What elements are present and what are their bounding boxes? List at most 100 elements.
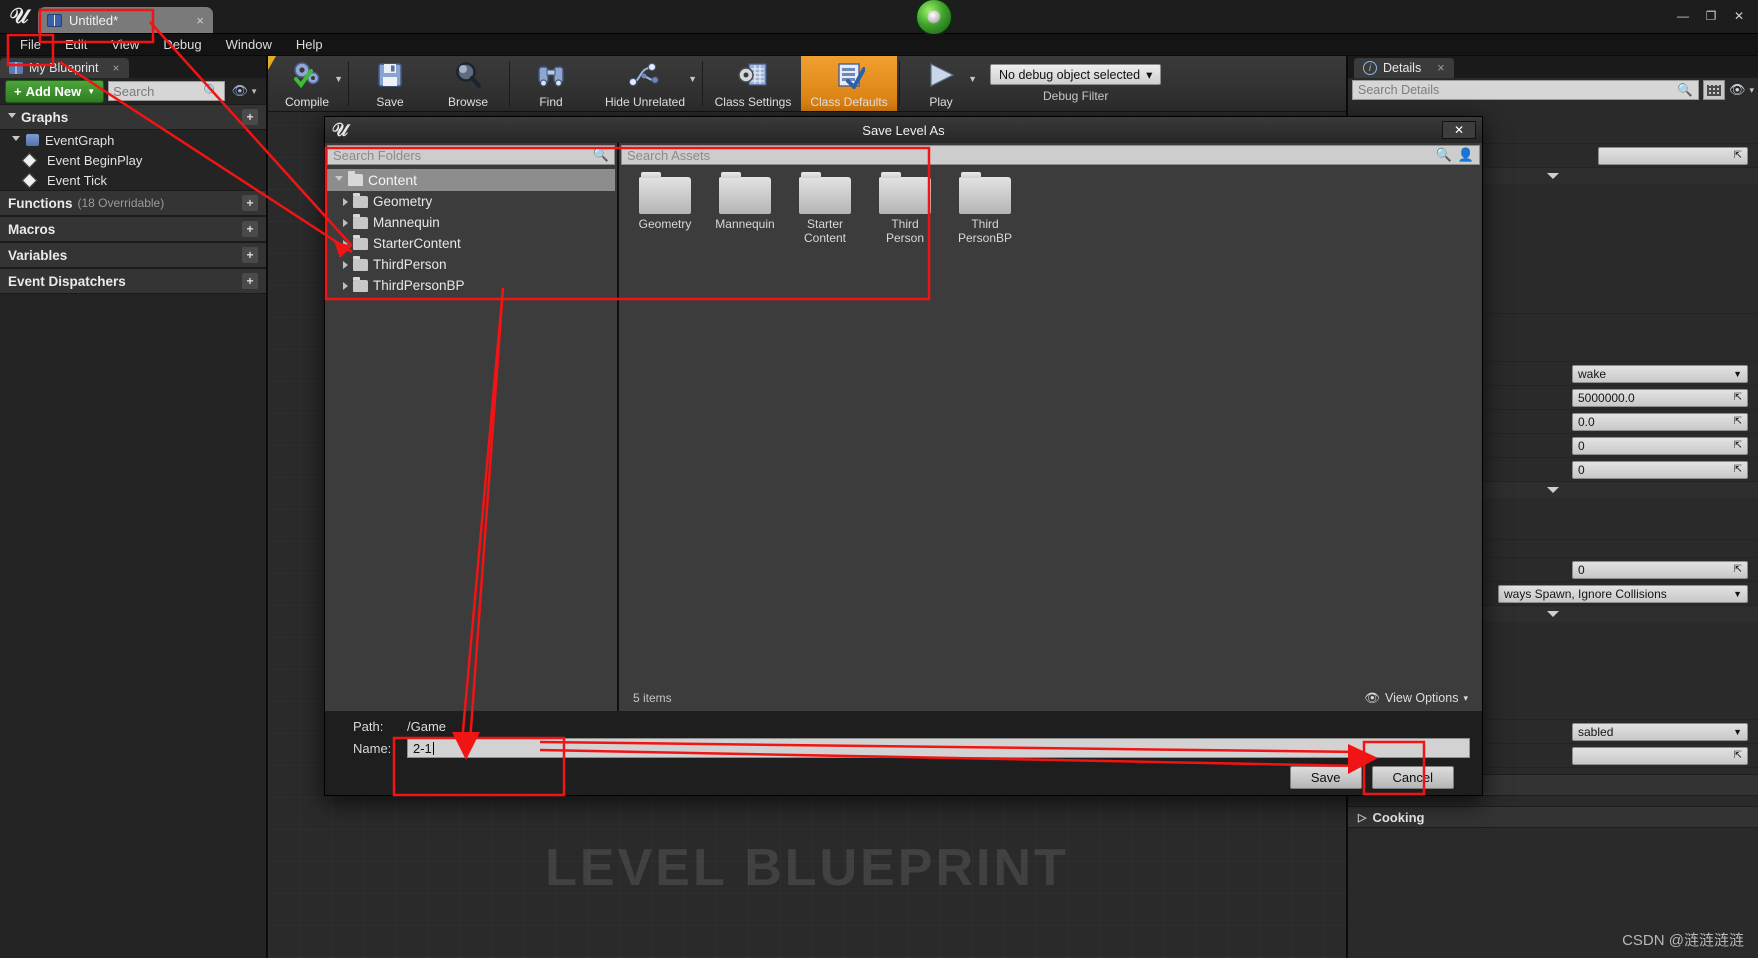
section-functions[interactable]: Functions (18 Overridable) + bbox=[0, 190, 266, 216]
chevron-right-icon[interactable] bbox=[343, 218, 348, 227]
add-graph-button[interactable]: + bbox=[242, 109, 258, 125]
tree-node-content[interactable]: Content bbox=[327, 169, 615, 191]
folder-icon bbox=[719, 172, 771, 214]
chevron-down-icon[interactable] bbox=[335, 175, 343, 185]
menu-edit[interactable]: Edit bbox=[53, 35, 99, 54]
spinner-icon[interactable]: ⇱ bbox=[1734, 564, 1742, 575]
add-macro-button[interactable]: + bbox=[242, 221, 258, 237]
maximize-button[interactable]: ❐ bbox=[1698, 5, 1724, 27]
details-search-row: Search Details 🔍 👁 ▾ bbox=[1348, 78, 1758, 102]
property-number-field[interactable]: 5000000.0 ⇱ bbox=[1572, 388, 1748, 407]
details-search-input[interactable]: Search Details 🔍 bbox=[1352, 80, 1699, 100]
eye-icon[interactable]: 👁 bbox=[1729, 82, 1746, 98]
spinner-icon[interactable]: ⇱ bbox=[1734, 440, 1742, 451]
visibility-filter-button[interactable]: 👁 ▼ bbox=[229, 83, 261, 99]
debug-object-select[interactable]: No debug object selected ▾ bbox=[990, 64, 1162, 85]
chevron-right-icon[interactable] bbox=[343, 197, 348, 206]
level-name-input[interactable]: 2-1 bbox=[407, 738, 1470, 758]
spinner-icon[interactable]: ⇱ bbox=[1734, 750, 1742, 761]
toolbar-browse-button[interactable]: Browse bbox=[429, 56, 507, 111]
property-number-field[interactable]: 0.0 ⇱ bbox=[1572, 412, 1748, 431]
add-variable-button[interactable]: + bbox=[242, 247, 258, 263]
asset-item-starter-content-label: Starter Content bbox=[803, 217, 847, 245]
property-value-field[interactable]: ⇱ bbox=[1598, 146, 1748, 165]
property-number-field[interactable]: 0 ⇱ bbox=[1572, 436, 1748, 455]
list-item-event-tick[interactable]: Event Tick bbox=[0, 170, 266, 190]
modified-marker-icon bbox=[268, 56, 276, 70]
property-select-field[interactable]: wake ▼ bbox=[1572, 364, 1748, 383]
toolbar-hide-unrelated-button[interactable]: Hide Unrelated ▼ bbox=[590, 56, 700, 111]
tree-node-thirdpersonbp[interactable]: ThirdPersonBP bbox=[325, 275, 617, 296]
menu-window[interactable]: Window bbox=[214, 35, 284, 54]
menu-debug[interactable]: Debug bbox=[151, 35, 213, 54]
user-filter-icon[interactable]: 👤 bbox=[1458, 147, 1474, 163]
list-item-eventgraph[interactable]: EventGraph bbox=[0, 130, 266, 150]
close-icon[interactable]: × bbox=[196, 13, 204, 28]
property-number-field[interactable]: 0 ⇱ bbox=[1572, 560, 1748, 579]
close-icon[interactable]: × bbox=[1437, 61, 1444, 75]
chevron-down-icon[interactable]: ▼ bbox=[968, 74, 977, 84]
section-graphs[interactable]: Graphs + bbox=[0, 104, 266, 130]
chevron-right-icon[interactable] bbox=[343, 281, 348, 290]
chevron-right-icon[interactable] bbox=[343, 260, 348, 269]
save-level-as-dialog[interactable]: 𝒰 Save Level As ✕ Search Folders 🔍 Conte… bbox=[324, 116, 1483, 796]
folder-search-input[interactable]: Search Folders 🔍 bbox=[327, 145, 615, 165]
chevron-right-icon[interactable] bbox=[343, 239, 348, 248]
chevron-down-icon[interactable]: ▼ bbox=[334, 74, 343, 84]
toolbar-save-label: Save bbox=[376, 95, 404, 109]
add-event-dispatcher-button[interactable]: + bbox=[242, 273, 258, 289]
toolbar-class-defaults-button[interactable]: Class Defaults bbox=[801, 56, 897, 111]
folder-tree[interactable]: Content Geometry Mannequin StarterConten… bbox=[325, 167, 617, 711]
chevron-down-icon[interactable]: ▼ bbox=[688, 74, 697, 84]
toolbar-compile-button[interactable]: Compile ▼ bbox=[268, 56, 346, 111]
cancel-button[interactable]: Cancel bbox=[1371, 766, 1454, 789]
tab-details[interactable]: i Details × bbox=[1354, 58, 1454, 78]
property-number-field[interactable]: ⇱ bbox=[1572, 746, 1748, 765]
dialog-close-button[interactable]: ✕ bbox=[1442, 121, 1476, 139]
tab-my-blueprint[interactable]: My Blueprint × bbox=[0, 58, 129, 78]
spinner-icon[interactable]: ⇱ bbox=[1734, 150, 1742, 161]
toolbar-browse-label: Browse bbox=[447, 95, 488, 109]
asset-item-starter-content[interactable]: Starter Content bbox=[793, 172, 857, 246]
minimize-button[interactable]: — bbox=[1670, 5, 1696, 27]
property-number-field[interactable]: 0 ⇱ bbox=[1572, 460, 1748, 479]
close-icon[interactable]: × bbox=[112, 61, 119, 75]
spinner-icon[interactable]: ⇱ bbox=[1734, 392, 1742, 403]
menu-file[interactable]: File bbox=[8, 35, 53, 54]
tree-node-startercontent[interactable]: StarterContent bbox=[325, 233, 617, 254]
property-group-cooking[interactable]: ▷ Cooking bbox=[1348, 806, 1758, 828]
menu-help[interactable]: Help bbox=[284, 35, 335, 54]
grid-view-button[interactable] bbox=[1702, 80, 1725, 100]
asset-item-geometry[interactable]: Geometry bbox=[633, 172, 697, 232]
chevron-down-icon[interactable]: ▾ bbox=[1749, 85, 1754, 96]
asset-item-third-person[interactable]: Third Person bbox=[873, 172, 937, 246]
toolbar-class-settings-button[interactable]: Class Settings bbox=[705, 56, 801, 111]
tree-node-thirdperson[interactable]: ThirdPerson bbox=[325, 254, 617, 275]
blueprint-search-input[interactable]: Search 🔍 bbox=[108, 81, 225, 101]
add-new-button[interactable]: + Add New ▼ bbox=[5, 79, 105, 103]
add-function-button[interactable]: + bbox=[242, 195, 258, 211]
document-tab-untitled[interactable]: Untitled* × bbox=[38, 7, 213, 33]
tree-node-mannequin[interactable]: Mannequin bbox=[325, 212, 617, 233]
spinner-icon[interactable]: ⇱ bbox=[1734, 416, 1742, 427]
asset-item-third-personbp[interactable]: Third PersonBP bbox=[953, 172, 1017, 246]
spinner-icon[interactable]: ⇱ bbox=[1734, 464, 1742, 475]
property-select-field[interactable]: ways Spawn, Ignore Collisions ▼ bbox=[1498, 584, 1748, 603]
menu-view[interactable]: View bbox=[99, 35, 151, 54]
asset-item-mannequin-label: Mannequin bbox=[715, 217, 775, 231]
property-select-field[interactable]: sabled ▼ bbox=[1572, 722, 1748, 741]
view-options-button[interactable]: 👁 View Options ▾ bbox=[1364, 691, 1468, 706]
asset-item-mannequin[interactable]: Mannequin bbox=[713, 172, 777, 232]
asset-grid[interactable]: Geometry Mannequin Starter Content Third… bbox=[619, 167, 1482, 685]
list-item-event-beginplay[interactable]: Event BeginPlay bbox=[0, 150, 266, 170]
toolbar-find-button[interactable]: Find bbox=[512, 56, 590, 111]
section-variables[interactable]: Variables + bbox=[0, 242, 266, 268]
section-macros[interactable]: Macros + bbox=[0, 216, 266, 242]
toolbar-save-button[interactable]: Save bbox=[351, 56, 429, 111]
close-window-button[interactable]: ✕ bbox=[1726, 5, 1752, 27]
tree-node-geometry[interactable]: Geometry bbox=[325, 191, 617, 212]
section-event-dispatchers[interactable]: Event Dispatchers + bbox=[0, 268, 266, 294]
toolbar-play-button[interactable]: Play ▼ bbox=[902, 56, 980, 111]
asset-search-input[interactable]: Search Assets 🔍 👤 bbox=[621, 145, 1480, 165]
save-button[interactable]: Save bbox=[1289, 766, 1362, 789]
